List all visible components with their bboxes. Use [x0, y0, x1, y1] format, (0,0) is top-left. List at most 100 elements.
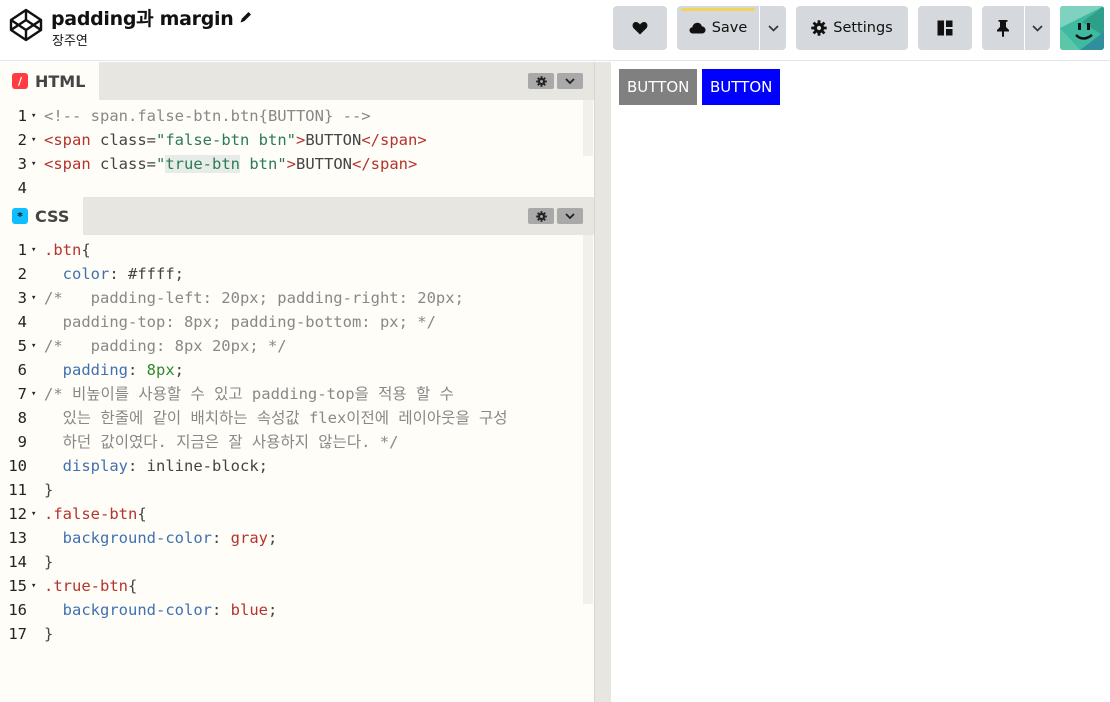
- smiley-avatar-icon[interactable]: [1060, 6, 1104, 50]
- code-text: background-color: blue;: [44, 598, 278, 622]
- line-number: 1: [17, 241, 27, 259]
- fold-toggle-icon[interactable]: ▾: [31, 238, 36, 262]
- pin-button[interactable]: [982, 6, 1024, 50]
- pencil-icon[interactable]: [239, 10, 253, 24]
- fold-toggle-icon[interactable]: ▾: [31, 286, 36, 310]
- html-code-editor[interactable]: 1 ▾ <!-- span.false-btn.btn{BUTTON} --> 2 ▾ <…: [0, 104, 594, 200]
- code-token: 있는 한줄에 같이 배치하는 속성값 flex이전에 레이아웃을 구성: [44, 409, 508, 427]
- css-settings-button[interactable]: [528, 208, 554, 224]
- code-token: "false-btn btn": [156, 131, 296, 149]
- pin-icon: [997, 20, 1009, 37]
- code-token: :: [128, 361, 147, 379]
- fold-toggle-icon[interactable]: ▾: [31, 152, 36, 176]
- code-text: <span class="true-btn btn">BUTTON</span>: [44, 152, 417, 176]
- code-text: .false-btn{: [44, 502, 147, 526]
- layout-icon: [937, 20, 953, 36]
- code-token: : inline-block;: [128, 457, 268, 475]
- code-token: background-color: [62, 529, 212, 547]
- code-token: ;: [174, 361, 185, 379]
- fold-toggle-icon[interactable]: ▾: [31, 334, 36, 358]
- settings-label: Settings: [833, 20, 893, 36]
- pen-title[interactable]: padding과 margin: [51, 4, 234, 31]
- author-name[interactable]: 장주연: [52, 30, 88, 49]
- line-number: 3: [17, 155, 27, 173]
- code-token: background-color: [62, 601, 212, 619]
- cloud-icon: [689, 22, 706, 34]
- code-text: /* 비높이를 사용할 수 있고 padding-top을 적용 할 수: [44, 382, 454, 406]
- preview-false-btn[interactable]: BUTTON: [619, 69, 698, 105]
- line-number: 15: [8, 577, 27, 595]
- unsaved-indicator: [681, 8, 755, 11]
- code-text: padding: 8px;: [44, 358, 184, 382]
- fold-toggle-icon[interactable]: ▾: [31, 574, 36, 598]
- html-tab-label: HTML: [35, 71, 86, 91]
- code-token: {: [81, 241, 91, 259]
- top-header: padding과 margin 장주연 Save Settings: [0, 0, 1110, 61]
- html-collapse-button[interactable]: [557, 73, 583, 89]
- code-token: 하던 값이였다. 지금은 잘 사용하지 않는다. */: [44, 433, 399, 451]
- line-number: 1: [17, 107, 27, 125]
- line-number: 6: [17, 361, 27, 379]
- save-button[interactable]: Save: [677, 6, 759, 50]
- preview-true-btn[interactable]: BUTTON: [702, 69, 781, 105]
- code-token: <span: [44, 131, 91, 149]
- code-text: <span class="false-btn btn">BUTTON</span…: [44, 128, 427, 152]
- fold-toggle-icon[interactable]: ▾: [31, 502, 36, 526]
- code-token: : #ffff;: [109, 265, 184, 283]
- editor-resize-handle[interactable]: [594, 62, 611, 702]
- love-button[interactable]: [613, 6, 667, 50]
- css-tab[interactable]: * CSS: [0, 197, 84, 235]
- chevron-down-icon: [1032, 24, 1043, 32]
- heart-icon: [632, 22, 648, 35]
- html-settings-button[interactable]: [528, 73, 554, 89]
- save-label: Save: [711, 20, 748, 36]
- code-token: /* padding: 8px 20px; */: [44, 337, 287, 355]
- code-token: blue: [230, 601, 268, 619]
- line-number: 12: [8, 505, 27, 523]
- code-token: :: [211, 601, 231, 619]
- code-token: >: [295, 131, 306, 149]
- line-number: 17: [8, 625, 27, 643]
- code-token: BUTTON: [296, 155, 353, 173]
- chevron-down-icon: [767, 24, 779, 32]
- fold-toggle-icon[interactable]: ▾: [31, 382, 36, 406]
- code-token: >: [286, 155, 297, 173]
- pin-options-button[interactable]: [1025, 6, 1050, 50]
- save-options-button[interactable]: [760, 6, 786, 50]
- line-number: 2: [17, 131, 27, 149]
- code-text: }: [44, 478, 53, 502]
- code-token: ;: [267, 529, 278, 547]
- code-token: <span: [44, 155, 91, 173]
- line-number: 2: [17, 265, 27, 283]
- line-number: 10: [8, 457, 27, 475]
- code-token: }: [44, 625, 54, 643]
- line-number: 14: [8, 553, 27, 571]
- css-collapse-button[interactable]: [557, 208, 583, 224]
- code-token: ;: [267, 601, 278, 619]
- code-token: true-btn: [165, 155, 240, 173]
- code-token: .true-btn: [44, 577, 128, 595]
- css-pane-header: * CSS: [0, 197, 594, 235]
- codepen-logo-icon[interactable]: [8, 7, 44, 43]
- html-tab[interactable]: / HTML: [0, 62, 100, 100]
- code-text: /* padding: 8px 20px; */: [44, 334, 287, 358]
- pen-title-row: padding과 margin: [51, 4, 253, 31]
- code-token: .btn: [44, 241, 82, 259]
- code-token: padding: [62, 361, 128, 379]
- gear-icon: [535, 75, 547, 87]
- fold-toggle-icon[interactable]: ▾: [31, 128, 36, 152]
- html-badge-icon: /: [12, 73, 28, 89]
- code-token: padding-top: 8px; padding-bottom: px; */: [44, 313, 436, 331]
- change-view-button[interactable]: [918, 6, 972, 50]
- code-text: .true-btn{: [44, 574, 137, 598]
- line-number: 4: [17, 313, 27, 331]
- css-code-editor[interactable]: 1 ▾ .btn{2 color: #ffff; 3 ▾/* padding-left:…: [0, 238, 594, 698]
- settings-button[interactable]: Settings: [796, 6, 908, 50]
- css-badge-icon: *: [12, 208, 28, 224]
- fold-toggle-icon[interactable]: ▾: [31, 104, 36, 128]
- code-text: <!-- span.false-btn.btn{BUTTON} -->: [44, 104, 371, 128]
- code-token: btn": [240, 155, 287, 173]
- code-token: </span>: [361, 131, 427, 149]
- chevron-down-icon: [565, 78, 575, 84]
